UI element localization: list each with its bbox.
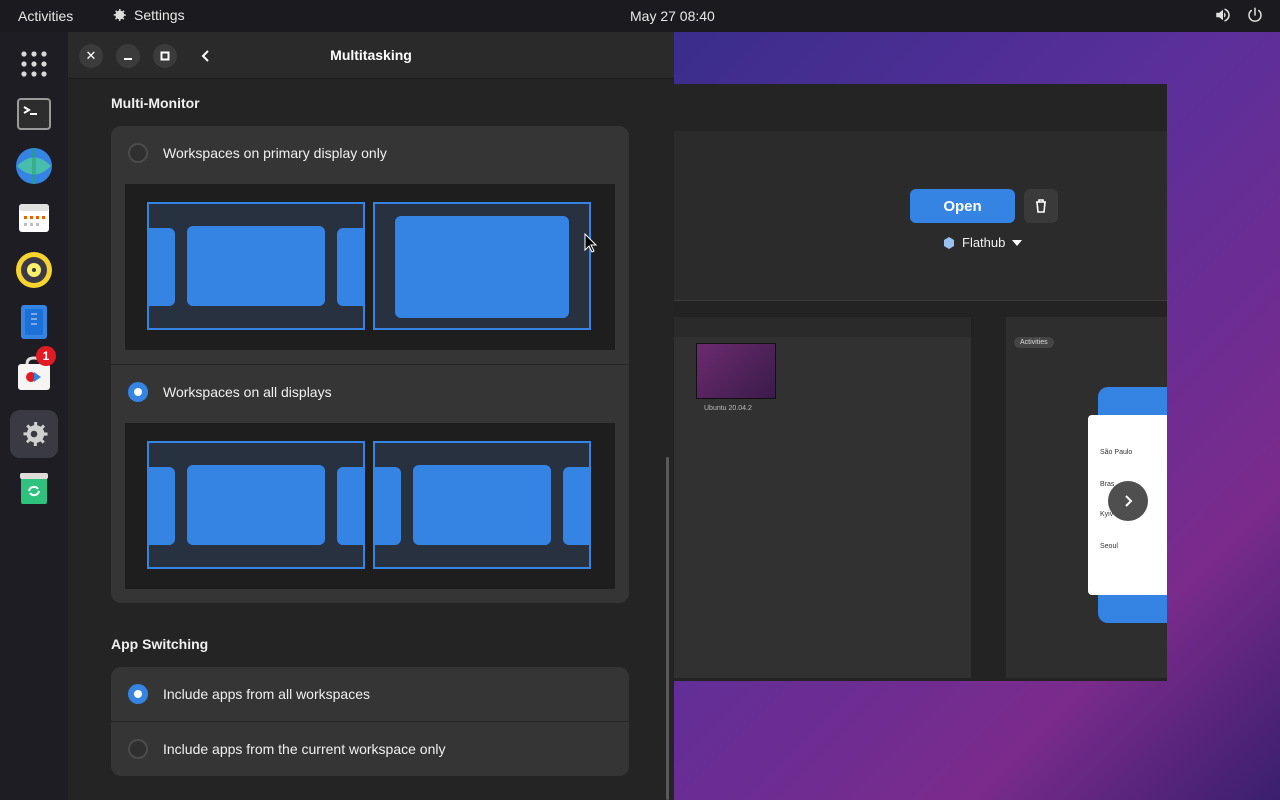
flathub-icon: [944, 236, 954, 249]
all-displays-option[interactable]: Workspaces on all displays: [111, 365, 629, 419]
radio-primary-display-only[interactable]: [128, 143, 148, 163]
all-displays-preview: [125, 423, 615, 589]
monitor-secondary: [373, 202, 591, 330]
text-editor-icon: [21, 305, 47, 339]
carousel-next-button[interactable]: [1108, 481, 1148, 521]
screenshot-caption: Ubuntu 20.04.2: [704, 405, 752, 412]
multi-monitor-card: Workspaces on primary display only Works…: [111, 126, 629, 603]
software-window: Open Flathub Ubuntu 20.04.2 Activities S…: [674, 84, 1167, 681]
multi-monitor-heading: Multi-Monitor: [111, 95, 200, 111]
option-label: Workspaces on primary display only: [163, 145, 387, 161]
clock[interactable]: May 27 08:40: [630, 8, 715, 24]
dock: 1: [0, 32, 68, 800]
trash-can-icon: [1036, 199, 1046, 213]
scrollbar[interactable]: [666, 457, 669, 800]
option-label: Include apps from the current workspace …: [163, 741, 446, 757]
software-header: [674, 84, 1167, 131]
dropdown-arrow-icon: [1012, 239, 1023, 246]
workspace-thumb: [337, 228, 365, 306]
workspace-thumb: [147, 228, 175, 306]
primary-display-preview: [125, 184, 615, 350]
activities-button[interactable]: Activities: [18, 8, 73, 24]
terminal-icon: [17, 98, 51, 130]
option-label: Workspaces on all displays: [163, 384, 332, 400]
screenshot-1: Ubuntu 20.04.2: [674, 317, 971, 678]
notification-badge: 1: [36, 346, 56, 366]
header-bar: ✕ Multitasking: [68, 32, 674, 79]
monitor-primary: [147, 202, 365, 330]
app-switching-heading: App Switching: [111, 636, 209, 652]
source-label: Flathub: [962, 235, 1006, 250]
window-title: Multitasking: [330, 47, 412, 63]
web-browser-icon: [16, 148, 52, 184]
workspace-thumb: [187, 226, 325, 306]
dock-settings[interactable]: [10, 410, 58, 458]
workspace-thumb: [147, 467, 175, 545]
settings-window: ✕ Multitasking Multi-Monitor Workspaces …: [68, 32, 674, 800]
dock-web-browser[interactable]: [10, 142, 58, 190]
monitor-secondary: [373, 441, 591, 569]
apps-grid-icon: [21, 51, 47, 77]
dock-trash[interactable]: [10, 464, 58, 512]
source-selector[interactable]: Flathub: [942, 235, 1023, 250]
mini-activities-chip: Activities: [1014, 337, 1054, 348]
rhythmbox-icon: [16, 252, 52, 288]
open-button[interactable]: Open: [910, 189, 1015, 223]
app-switching-card: Include apps from all workspaces Include…: [111, 667, 629, 776]
dock-terminal[interactable]: [10, 90, 58, 138]
app-menu[interactable]: Settings: [110, 6, 185, 24]
uninstall-button[interactable]: [1024, 189, 1058, 223]
power-icon: [1248, 7, 1262, 22]
dock-rhythmbox[interactable]: [10, 246, 58, 294]
dock-software[interactable]: 1: [10, 346, 58, 398]
calendar-icon: [19, 204, 49, 232]
gear-icon: [113, 9, 126, 21]
monitor-primary: [147, 441, 365, 569]
dock-calendar[interactable]: [10, 194, 58, 242]
dock-text-editor[interactable]: [10, 298, 58, 346]
mouse-cursor-icon: [584, 233, 598, 253]
volume-icon: [1216, 8, 1230, 22]
workspace-thumb: [337, 467, 365, 545]
screenshot-carousel: Ubuntu 20.04.2 Activities São Paulo Bras…: [674, 300, 1167, 681]
settings-icon: [23, 422, 48, 446]
show-apps-button[interactable]: [10, 40, 58, 88]
trash-icon: [20, 473, 48, 504]
workspace-thumb: [413, 465, 551, 545]
app-name: Settings: [134, 7, 185, 23]
workspace-thumb: [563, 467, 591, 545]
radio-all-workspaces[interactable]: [128, 684, 148, 704]
top-bar: Activities Settings May 27 08:40: [0, 0, 1280, 32]
option-label: Include apps from all workspaces: [163, 686, 370, 702]
all-workspaces-option[interactable]: Include apps from all workspaces: [111, 667, 629, 721]
system-menu[interactable]: [1214, 6, 1264, 24]
workspace-thumb: [187, 465, 325, 545]
workspace-thumb: [373, 467, 401, 545]
screenshot-thumbnail: [696, 343, 776, 399]
primary-display-only-option[interactable]: Workspaces on primary display only: [111, 126, 629, 180]
current-workspace-option[interactable]: Include apps from the current workspace …: [111, 722, 629, 776]
workspace-thumb: [395, 216, 569, 318]
radio-all-displays[interactable]: [128, 382, 148, 402]
chevron-right-icon: [1125, 495, 1133, 507]
radio-current-workspace[interactable]: [128, 739, 148, 759]
